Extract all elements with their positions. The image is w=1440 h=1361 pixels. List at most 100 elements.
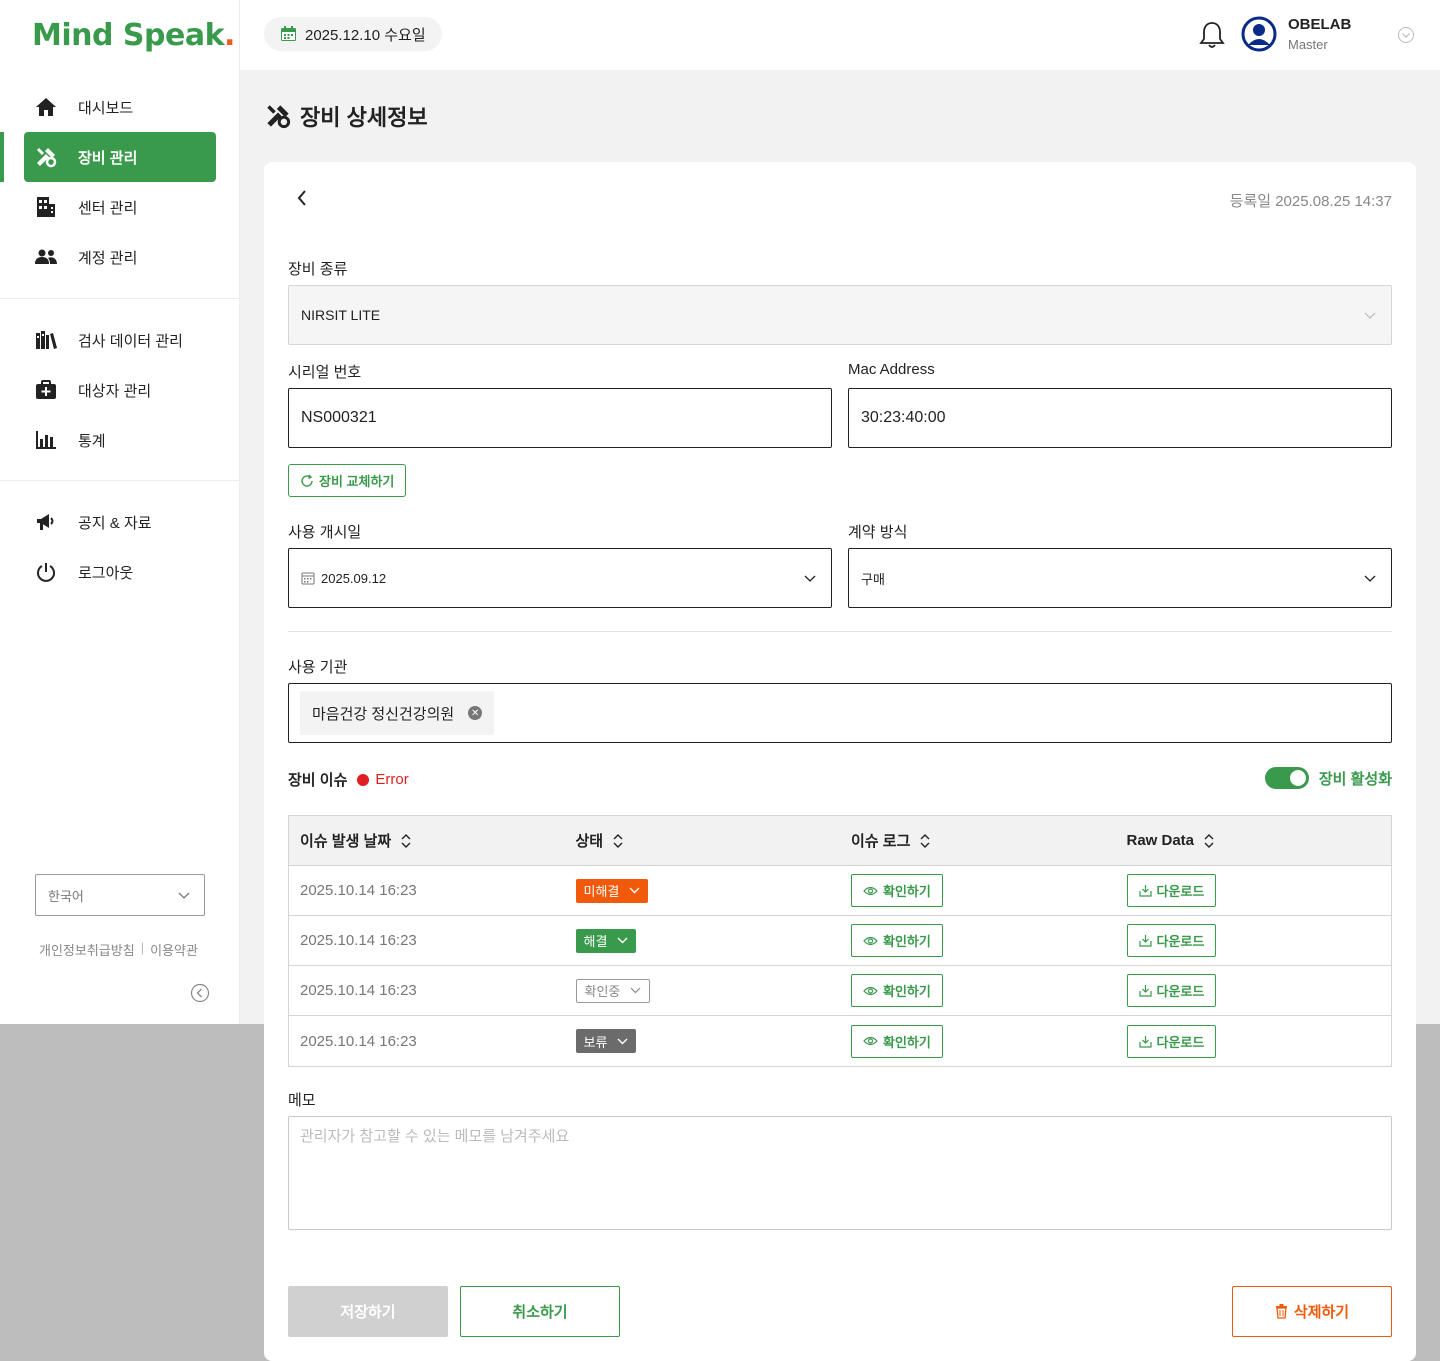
download-raw-data-button[interactable]: 다운로드 [1126, 1024, 1217, 1058]
issue-status-indicator: Error [357, 771, 409, 788]
sidebar-item-logout[interactable]: 로그아웃 [0, 547, 240, 597]
sidebar-divider [0, 298, 239, 299]
column-issue-log[interactable]: 이슈 로그 [840, 830, 1116, 851]
start-date-label: 사용 개시일 [288, 524, 362, 541]
contract-type-value: 구매 [861, 571, 885, 587]
column-status[interactable]: 상태 [565, 830, 841, 851]
view-log-button[interactable]: 확인하기 [851, 874, 943, 907]
view-log-button[interactable]: 확인하기 [851, 1024, 943, 1058]
status-dropdown[interactable]: 미해결 [575, 878, 649, 903]
download-raw-data-button[interactable]: 다운로드 [1126, 974, 1217, 1007]
user-avatar-icon[interactable] [1241, 16, 1277, 52]
error-dot-icon [357, 773, 370, 786]
memo-textarea[interactable]: 관리자가 참고할 수 있는 메모를 남겨주세요 [288, 1116, 1392, 1230]
issue-date-cell: 2025.10.14 16:23 [300, 1032, 417, 1050]
power-icon [34, 560, 58, 584]
footer-links: 개인정보취급방침 | 이용약관 [39, 940, 198, 959]
nav-group-main: 대시보드 장비 관리 센터 관리 계정 관리 [0, 82, 240, 282]
sidebar-item-label: 계정 관리 [78, 249, 138, 267]
chevron-left-circle-icon [190, 983, 210, 1003]
download-raw-data-button[interactable]: 다운로드 [1126, 924, 1217, 957]
delete-label: 삭제하기 [1293, 1304, 1350, 1321]
delete-button[interactable]: 삭제하기 [1232, 1286, 1392, 1337]
notification-bell-icon[interactable] [1198, 20, 1226, 50]
calendar-icon [301, 571, 315, 585]
toggle-switch[interactable] [1264, 767, 1309, 789]
sidebar-item-label: 검사 데이터 관리 [78, 332, 183, 350]
download-icon [1138, 984, 1152, 997]
sidebar-item-statistics[interactable]: 통계 [0, 415, 240, 465]
logo[interactable]: Mind Speak. [32, 18, 235, 53]
eye-icon [863, 886, 878, 896]
sidebar: Mind Speak. 대시보드 장비 관리 센터 관리 계정 관리 검사 데이… [0, 0, 240, 1024]
sidebar-item-device-management[interactable]: 장비 관리 [0, 132, 216, 182]
device-activation-toggle[interactable]: 장비 활성화 [1264, 767, 1392, 789]
column-issue-date[interactable]: 이슈 발생 날짜 [289, 830, 565, 851]
mac-address-input[interactable]: 30:23:40:00 [848, 388, 1392, 448]
books-icon [34, 328, 58, 352]
sidebar-item-notice[interactable]: 공지 & 자료 [0, 497, 240, 547]
memo-placeholder: 관리자가 참고할 수 있는 메모를 남겨주세요 [300, 1128, 570, 1145]
status-dropdown[interactable]: 보류 [575, 1029, 637, 1053]
save-button[interactable]: 저장하기 [288, 1286, 448, 1337]
sidebar-item-label: 대상자 관리 [78, 382, 152, 400]
device-activation-label: 장비 활성화 [1318, 770, 1392, 788]
megaphone-icon [34, 510, 58, 534]
chevron-down-icon [178, 888, 190, 903]
view-log-button[interactable]: 확인하기 [851, 974, 943, 1007]
swap-device-button[interactable]: 장비 교체하기 [288, 464, 407, 497]
organization-input[interactable]: 마음건강 정신건강의원 ✕ [288, 683, 1392, 743]
language-select[interactable]: 한국어 [35, 874, 205, 916]
trash-icon [1275, 1304, 1288, 1319]
terms-link[interactable]: 이용약관 [150, 940, 198, 959]
issue-date-cell: 2025.10.14 16:23 [300, 882, 417, 899]
download-icon [1138, 1035, 1152, 1048]
sidebar-item-account-management[interactable]: 계정 관리 [0, 232, 240, 282]
device-issues-title: 장비 이슈 [288, 772, 348, 789]
page-title: 장비 상세정보 [264, 100, 428, 132]
view-log-button[interactable]: 확인하기 [851, 924, 943, 957]
bar-chart-icon [34, 428, 58, 452]
cancel-button[interactable]: 취소하기 [460, 1286, 620, 1337]
device-type-label: 장비 종류 [288, 261, 348, 278]
issues-table: 이슈 발생 날짜 상태 이슈 로그 Raw Data 2025.10.14 16… [288, 815, 1392, 1067]
sort-icon [401, 833, 411, 849]
chevron-down-icon [617, 1038, 628, 1045]
eye-icon [863, 1036, 878, 1046]
device-type-select: NIRSIT LITE [288, 285, 1392, 345]
sidebar-item-label: 센터 관리 [78, 199, 138, 217]
user-menu-chevron-icon[interactable] [1397, 26, 1415, 44]
refresh-icon [300, 474, 314, 488]
language-value: 한국어 [48, 888, 84, 904]
device-detail-card: 등록일 2025.08.25 14:37 장비 종류 NIRSIT LITE 시… [264, 162, 1416, 1361]
serial-number-input[interactable]: NS000321 [288, 388, 832, 448]
collapse-sidebar-button[interactable] [190, 983, 210, 1003]
sidebar-item-label: 공지 & 자료 [78, 514, 152, 532]
table-row: 2025.10.14 16:23 보류 확인하기 다운로드 [289, 1016, 1391, 1066]
eye-icon [863, 936, 878, 946]
column-raw-data[interactable]: Raw Data [1116, 832, 1392, 849]
nav-group-data: 검사 데이터 관리 대상자 관리 통계 [0, 315, 240, 465]
remove-tag-icon[interactable]: ✕ [468, 706, 483, 720]
start-date-picker[interactable]: 2025.09.12 [288, 548, 832, 608]
privacy-policy-link[interactable]: 개인정보취급방침 [39, 940, 135, 959]
issue-date-cell: 2025.10.14 16:23 [300, 932, 417, 949]
sidebar-item-center-management[interactable]: 센터 관리 [0, 182, 240, 232]
sort-icon [920, 833, 930, 849]
calendar-icon [280, 26, 297, 42]
sidebar-item-test-data[interactable]: 검사 데이터 관리 [0, 315, 240, 365]
status-dropdown[interactable]: 해결 [575, 928, 637, 953]
mac-address-label: Mac Address [848, 361, 935, 378]
serial-number-label: 시리얼 번호 [288, 364, 362, 381]
medical-bag-icon [34, 378, 58, 402]
sidebar-item-dashboard[interactable]: 대시보드 [0, 82, 240, 132]
status-dropdown[interactable]: 확인중 [575, 978, 651, 1003]
sidebar-item-label: 로그아웃 [78, 564, 134, 582]
device-issues-heading: 장비 이슈 Error [288, 769, 409, 790]
sidebar-item-subject-management[interactable]: 대상자 관리 [0, 365, 240, 415]
building-icon [34, 195, 58, 219]
download-raw-data-button[interactable]: 다운로드 [1126, 874, 1217, 907]
contract-type-select[interactable]: 구매 [848, 548, 1392, 608]
chevron-down-icon [629, 887, 640, 894]
back-button[interactable] [290, 186, 314, 210]
